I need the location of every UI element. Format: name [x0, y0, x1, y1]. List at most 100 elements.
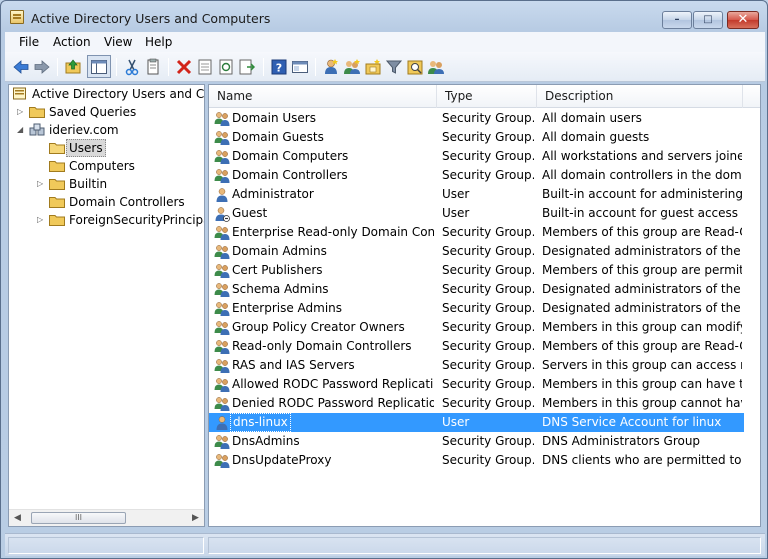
group-icon — [214, 169, 230, 183]
cell-type: Security Group... — [442, 244, 534, 258]
cell-description: All workstations and servers joined ... — [542, 149, 742, 163]
minimize-button[interactable]: – — [662, 11, 692, 29]
list-item[interactable]: Domain Controllers Security Group... All d… — [209, 166, 744, 185]
list-item[interactable]: Domain Guests Security Group... All domain… — [209, 128, 744, 147]
cell-type: Security Group... — [442, 358, 534, 372]
scroll-left-button[interactable]: ◀ — [14, 513, 21, 523]
new-group-icon[interactable] — [343, 58, 361, 76]
column-description[interactable]: Description — [537, 85, 743, 108]
folder-icon — [49, 143, 65, 154]
list-item[interactable]: Denied RODC Password Replication ... Secu… — [209, 394, 744, 413]
group-icon — [214, 454, 230, 468]
list-item[interactable]: Read-only Domain Controllers Security Gro… — [209, 337, 744, 356]
cell-type: Security Group... — [442, 434, 534, 448]
cell-type: User — [442, 187, 470, 201]
new-ou-icon[interactable] — [364, 58, 382, 76]
cell-description: Members of this group are Read-O... — [542, 339, 742, 353]
filter-icon[interactable] — [385, 58, 403, 76]
expand-toggle-icon[interactable]: ▷ — [17, 108, 25, 116]
cell-description: Built-in account for guest access to ... — [542, 206, 742, 220]
menu-file[interactable]: File — [19, 35, 39, 49]
group-icon — [214, 359, 230, 373]
back-icon[interactable] — [12, 58, 30, 76]
list-item[interactable]: Allowed RODC Password Replication... Secu… — [209, 375, 744, 394]
expand-toggle-icon[interactable]: ▷ — [37, 216, 45, 224]
add-to-group-icon[interactable] — [427, 58, 445, 76]
expand-toggle-icon[interactable]: ◢ — [17, 126, 25, 134]
help-icon[interactable]: ? — [270, 58, 288, 76]
console-tree[interactable]: Active Directory Users and Com ▷ Saved Qu… — [8, 84, 205, 527]
show-hide-tree-icon[interactable] — [87, 55, 111, 78]
list-item[interactable]: DnsAdmins Security Group... DNS Administra… — [209, 432, 744, 451]
menu-action[interactable]: Action — [53, 35, 91, 49]
cell-description: Built-in account for administering t... — [542, 187, 742, 201]
column-name[interactable]: Name — [209, 85, 437, 108]
cell-name: Domain Controllers — [232, 168, 348, 182]
user-icon — [216, 188, 228, 202]
expand-toggle-icon[interactable]: ▷ — [37, 180, 45, 188]
cell-description: Members in this group can have th... — [542, 377, 742, 391]
menu-help[interactable]: Help — [145, 35, 172, 49]
cell-type: Security Group... — [442, 377, 534, 391]
cell-description: Servers in this group can access re... — [542, 358, 742, 372]
list-item[interactable]: Domain Computers Security Group... All wor… — [209, 147, 744, 166]
cell-name: Domain Guests — [232, 130, 324, 144]
list-item[interactable]: DnsUpdateProxy Security Group... DNS clien… — [209, 451, 744, 470]
tree-item-label: ideriev.com — [49, 123, 119, 137]
new-user-icon[interactable] — [322, 58, 340, 76]
list-item[interactable]: Schema Admins Security Group... Designated… — [209, 280, 744, 299]
domain-icon — [29, 123, 45, 136]
cell-name: Administrator — [232, 187, 314, 201]
app-window: Active Directory Users and Computers – □… — [0, 0, 768, 559]
list-item[interactable]: Group Policy Creator Owners Security Grou… — [209, 318, 744, 337]
console-tree-icon[interactable] — [291, 58, 309, 76]
cell-description: Members of this group are Read-O... — [542, 225, 742, 239]
list-item[interactable]: Domain Admins Security Group... Designated… — [209, 242, 744, 261]
menu-view[interactable]: View — [104, 35, 132, 49]
cell-description: DNS Administrators Group — [542, 434, 701, 448]
maximize-button[interactable]: □ — [693, 11, 723, 29]
scroll-thumb[interactable]: III — [31, 512, 126, 524]
group-icon — [214, 112, 230, 126]
group-icon — [214, 150, 230, 164]
list-item[interactable]: Enterprise Admins Security Group... Design… — [209, 299, 744, 318]
title-bar[interactable]: Active Directory Users and Computers – □… — [1, 1, 767, 32]
folder-icon — [29, 107, 45, 118]
tree-item-label: ForeignSecurityPrincipals — [69, 213, 205, 227]
cell-name: RAS and IAS Servers — [232, 358, 355, 372]
list-item[interactable]: RAS and IAS Servers Security Group... Serv… — [209, 356, 744, 375]
refresh-icon[interactable] — [217, 58, 235, 76]
cell-description: All domain controllers in the domain — [542, 168, 742, 182]
cell-name: dns-linux — [230, 413, 291, 432]
list-item[interactable]: Enterprise Read-only Domain Contr... Secu… — [209, 223, 744, 242]
tree-horizontal-scrollbar[interactable]: ◀ III ▶ — [9, 509, 204, 526]
up-folder-icon[interactable] — [64, 58, 82, 76]
group-icon — [214, 283, 230, 297]
list-item[interactable]: Administrator User Built-in account for ad… — [209, 185, 744, 204]
list-item[interactable]: dns-linux User DNS Service Account for lin… — [209, 413, 744, 432]
cell-name: Domain Admins — [232, 244, 327, 258]
list-item[interactable]: Guest User Built-in account for guest acce… — [209, 204, 744, 223]
properties-icon[interactable] — [196, 58, 214, 76]
cell-type: Security Group... — [442, 301, 534, 315]
scroll-right-button[interactable]: ▶ — [192, 513, 199, 523]
folder-icon — [49, 215, 65, 226]
folder-icon — [49, 161, 65, 172]
export-list-icon[interactable] — [238, 58, 256, 76]
list-item[interactable]: Cert Publishers Security Group... Members … — [209, 261, 744, 280]
close-button[interactable]: ✕ — [727, 11, 759, 29]
cell-name: Read-only Domain Controllers — [232, 339, 412, 353]
cell-type: Security Group... — [442, 263, 534, 277]
copy-icon[interactable] — [144, 58, 162, 76]
results-list[interactable]: Name Type Description Domain Users Securi… — [208, 84, 761, 527]
cell-type: User — [442, 415, 470, 429]
column-type[interactable]: Type — [437, 85, 537, 108]
cut-icon[interactable] — [123, 58, 141, 76]
cell-name: DnsAdmins — [232, 434, 300, 448]
delete-icon[interactable] — [175, 58, 193, 76]
forward-icon[interactable] — [33, 58, 51, 76]
find-icon[interactable] — [406, 58, 424, 76]
list-item[interactable]: Domain Users Security Group... All domain … — [209, 109, 744, 128]
toolbar: ? — [5, 52, 765, 82]
